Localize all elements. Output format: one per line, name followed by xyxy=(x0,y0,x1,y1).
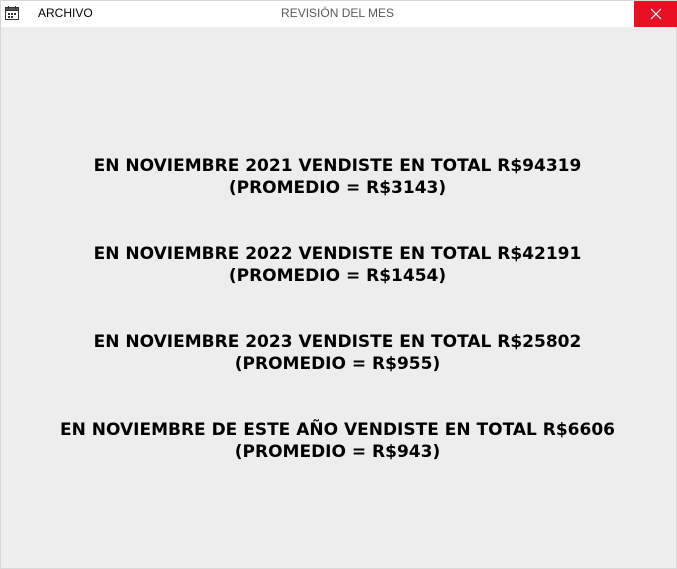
title-bar[interactable]: ARCHIVO REVISIÓN DEL MES xyxy=(1,1,677,27)
report-block-current-year: EN NOVIEMBRE DE ESTE AÑO VENDISTE EN TOT… xyxy=(1,419,674,463)
report-total-text: EN NOVIEMBRE 2021 VENDISTE EN TOTAL R$94… xyxy=(93,156,582,176)
report-content: EN NOVIEMBRE 2021 VENDISTE EN TOTAL R$94… xyxy=(1,27,676,568)
report-total-text: EN NOVIEMBRE DE ESTE AÑO VENDISTE EN TOT… xyxy=(60,420,615,440)
report-block-2023: EN NOVIEMBRE 2023 VENDISTE EN TOTAL R$25… xyxy=(1,331,674,375)
close-button[interactable] xyxy=(634,1,677,27)
menu-archivo[interactable]: ARCHIVO xyxy=(36,6,95,21)
report-total-text: EN NOVIEMBRE 2022 VENDISTE EN TOTAL R$42… xyxy=(93,244,582,264)
report-block-2022: EN NOVIEMBRE 2022 VENDISTE EN TOTAL R$42… xyxy=(1,243,674,287)
calendar-icon[interactable] xyxy=(4,5,20,21)
app-window: ARCHIVO REVISIÓN DEL MES EN NOVIEMBRE 20… xyxy=(0,0,677,569)
close-icon xyxy=(650,8,662,20)
report-average-text: (PROMEDIO = R$1454) xyxy=(228,266,447,286)
report-block-2021: EN NOVIEMBRE 2021 VENDISTE EN TOTAL R$94… xyxy=(1,155,674,199)
report-average-text: (PROMEDIO = R$955) xyxy=(234,354,441,374)
report-average-text: (PROMEDIO = R$943) xyxy=(234,442,441,462)
report-average-text: (PROMEDIO = R$3143) xyxy=(228,178,447,198)
window-title: REVISIÓN DEL MES xyxy=(281,6,394,20)
report-total-text: EN NOVIEMBRE 2023 VENDISTE EN TOTAL R$25… xyxy=(93,332,582,352)
